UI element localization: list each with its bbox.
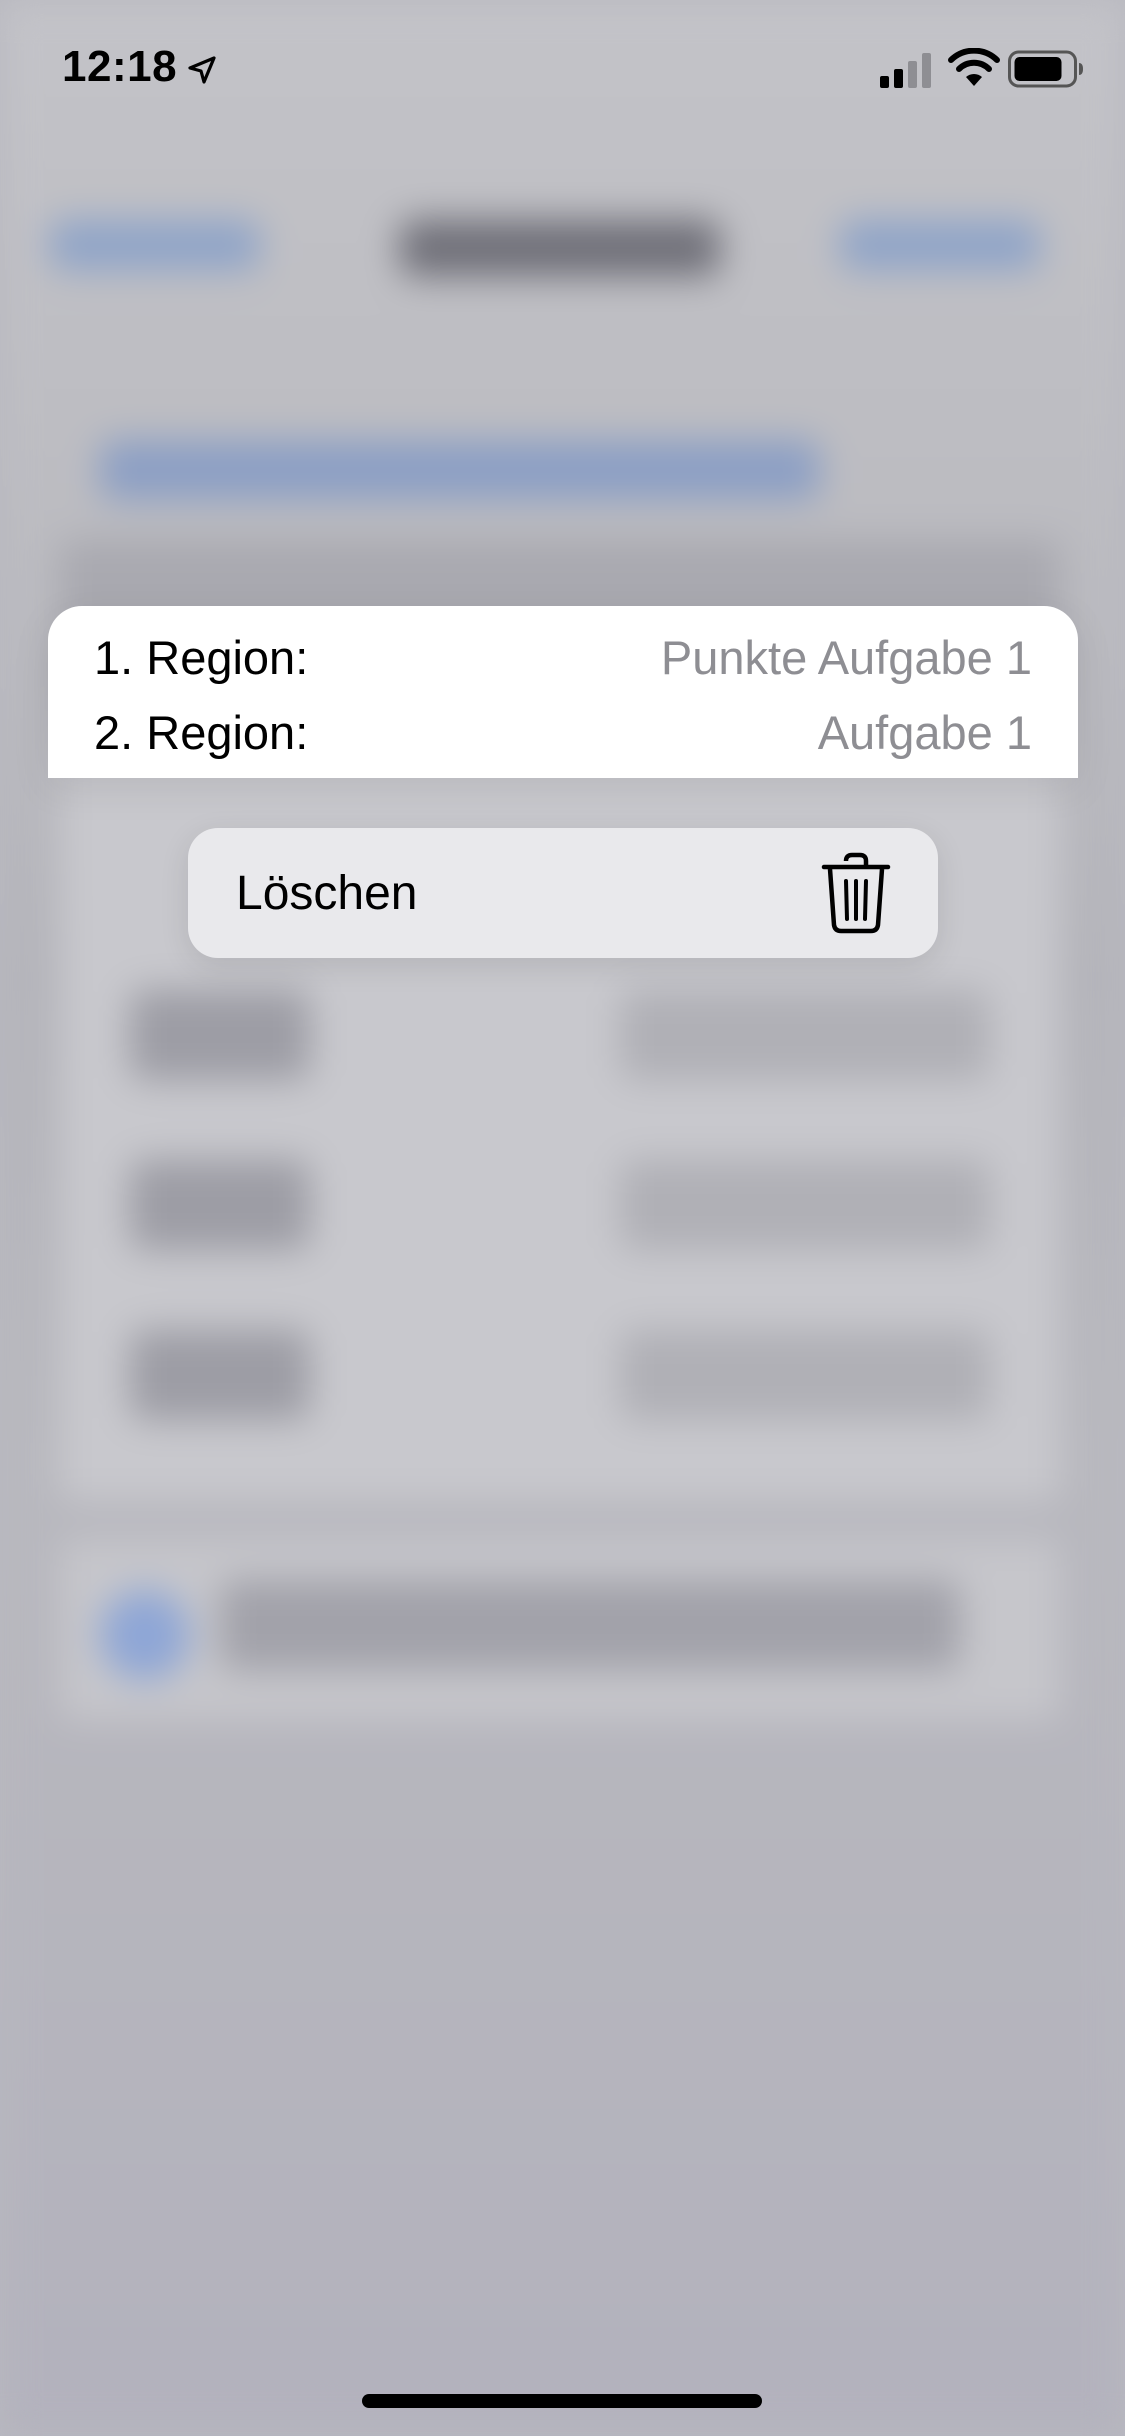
blurred-background: [0, 0, 1125, 2436]
blurred-row-label: [130, 1330, 310, 1420]
delete-label: Löschen: [236, 866, 418, 920]
context-menu: Löschen: [188, 828, 938, 958]
home-indicator[interactable]: [362, 2394, 762, 2408]
preview-row: 1. Region: Punkte Aufgabe 1: [94, 626, 1032, 688]
blurred-nav-back: [50, 220, 260, 270]
row-value: Punkte Aufgabe 1: [660, 630, 1032, 684]
cellular-signal-icon: [880, 53, 931, 88]
row-label: 2. Region:: [94, 705, 309, 759]
blurred-row-label: [130, 990, 310, 1080]
blurred-row-value: [620, 1160, 990, 1250]
blurred-nav-action: [840, 220, 1040, 270]
blurred-link: [100, 440, 820, 500]
delete-menu-item[interactable]: Löschen: [188, 828, 938, 958]
row-value: Aufgabe 1: [817, 705, 1032, 759]
blurred-row-value: [620, 1330, 990, 1420]
blurred-row-label: [130, 1160, 310, 1250]
blurred-nav-title: [400, 220, 720, 276]
blurred-row-value: [620, 990, 990, 1080]
battery-icon: [1008, 50, 1083, 88]
wifi-icon: [948, 48, 1000, 86]
status-time: 12:18: [62, 42, 178, 91]
cell-preview-card: 1. Region: Punkte Aufgabe 1 2. Region: A…: [48, 606, 1078, 778]
preview-row: 2. Region: Aufgabe 1: [94, 701, 1032, 763]
blurred-info-icon: [100, 1590, 190, 1680]
location-arrow-icon: [188, 56, 216, 84]
blurred-info-text: [220, 1580, 960, 1670]
status-bar: 12:18: [0, 0, 1125, 140]
row-label: 1. Region:: [94, 630, 309, 684]
trash-icon: [821, 852, 891, 934]
